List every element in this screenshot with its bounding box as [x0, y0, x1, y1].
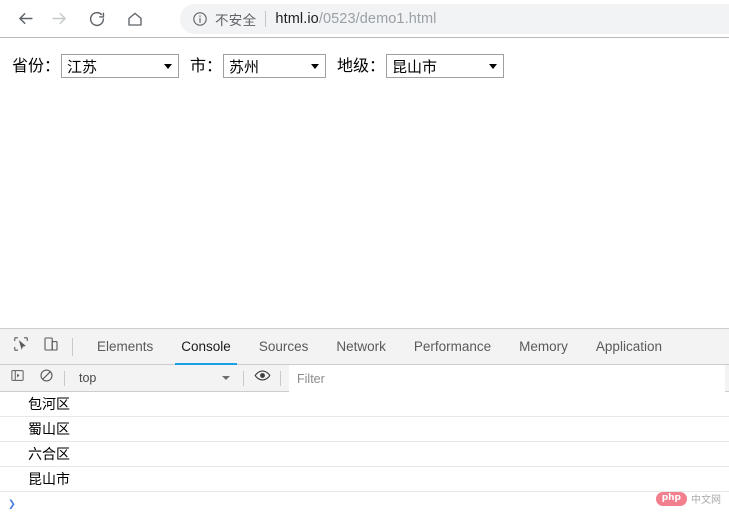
inspect-element-icon [13, 336, 29, 357]
console-message-text: 蜀山区 [28, 422, 70, 438]
city-label: 市： [190, 56, 223, 75]
console-input-prompt[interactable]: ❯ [0, 492, 729, 515]
console-message-text: 六合区 [28, 447, 70, 463]
chevron-down-icon [489, 64, 498, 69]
arrow-right-icon [50, 9, 69, 28]
arrow-left-icon [16, 9, 35, 28]
tab-sources[interactable]: Sources [245, 329, 323, 365]
tab-performance-label: Performance [413, 339, 492, 354]
reload-button[interactable] [82, 4, 112, 34]
console-sidebar-icon [10, 368, 25, 388]
url-text: html.io/0523/demo1.html [275, 11, 436, 27]
forward-button[interactable] [44, 4, 74, 34]
page-viewport: 省份： 江苏 市： 苏州 地级： 昆山市 [0, 38, 729, 328]
toolbar-divider [72, 337, 73, 356]
browser-toolbar: 不安全 html.io/0523/demo1.html [0, 0, 729, 38]
live-expression-button[interactable] [250, 366, 274, 390]
back-button[interactable] [10, 4, 40, 34]
chevron-down-icon [222, 376, 230, 380]
console-message-text: 昆山市 [28, 472, 70, 488]
console-toolbar-divider-2 [243, 370, 244, 386]
tab-console[interactable]: Console [167, 329, 245, 365]
device-toolbar-icon [43, 336, 59, 357]
home-icon [126, 10, 144, 28]
console-toolbar-divider [64, 370, 65, 386]
home-button[interactable] [120, 4, 150, 34]
district-label: 地级： [337, 56, 386, 75]
province-label: 省份： [12, 56, 61, 75]
province-select[interactable]: 江苏 [61, 54, 180, 78]
district-select[interactable]: 昆山市 [386, 54, 505, 78]
omnibox-divider [265, 11, 267, 27]
region-selector-form: 省份： 江苏 市： 苏州 地级： 昆山市 [12, 54, 515, 78]
address-bar[interactable]: 不安全 html.io/0523/demo1.html [180, 4, 729, 34]
tab-application[interactable]: Application [582, 329, 676, 365]
devtools-panel: Elements Console Sources Network Perform… [0, 328, 729, 515]
device-toolbar-button[interactable] [38, 334, 64, 360]
tab-elements[interactable]: Elements [83, 329, 167, 365]
tab-network[interactable]: Network [322, 329, 400, 365]
execution-context-select[interactable]: top [71, 368, 237, 388]
security-status-label: 不安全 [215, 13, 257, 28]
clear-console-icon [39, 368, 54, 388]
url-path: /0523/demo1.html [318, 11, 437, 27]
console-toolbar: top [0, 365, 729, 392]
console-message-row[interactable]: 昆山市 [0, 467, 729, 492]
tab-application-label: Application [595, 339, 662, 354]
console-message-row[interactable]: 蜀山区 [0, 417, 729, 442]
info-circle-icon[interactable] [192, 11, 208, 27]
tab-network-label: Network [336, 339, 386, 354]
console-toolbar-divider-3 [280, 370, 281, 386]
live-expression-eye-icon [254, 367, 271, 389]
city-select-value: 苏州 [229, 57, 260, 76]
console-message-row[interactable]: 包河区 [0, 392, 729, 417]
city-field-group: 市： 苏州 [190, 54, 327, 78]
console-message-list[interactable]: 包河区 蜀山区 六合区 昆山市 ❯ [0, 392, 729, 515]
url-host: html.io [275, 11, 319, 27]
console-sidebar-button[interactable] [5, 366, 29, 390]
console-message-text: 包河区 [28, 397, 70, 413]
tab-console-label: Console [181, 339, 231, 354]
tab-memory-label: Memory [519, 339, 568, 354]
tab-elements-label: Elements [97, 339, 154, 354]
console-message-row[interactable]: 六合区 [0, 442, 729, 467]
prompt-arrow-icon: ❯ [8, 497, 16, 512]
district-select-value: 昆山市 [392, 57, 438, 76]
clear-console-button[interactable] [34, 366, 58, 390]
province-select-value: 江苏 [67, 57, 98, 76]
tab-memory[interactable]: Memory [505, 329, 582, 365]
district-field-group: 地级： 昆山市 [337, 54, 505, 78]
devtools-tabbar: Elements Console Sources Network Perform… [0, 329, 729, 365]
tab-performance[interactable]: Performance [400, 329, 505, 365]
city-select[interactable]: 苏州 [223, 54, 327, 78]
execution-context-value: top [79, 371, 97, 385]
tab-sources-label: Sources [258, 339, 309, 354]
province-field-group: 省份： 江苏 [12, 54, 180, 78]
inspect-element-button[interactable] [8, 334, 34, 360]
chevron-down-icon [311, 64, 320, 69]
chevron-down-icon [164, 64, 173, 69]
console-filter-input[interactable] [289, 365, 725, 392]
reload-icon [88, 10, 106, 28]
